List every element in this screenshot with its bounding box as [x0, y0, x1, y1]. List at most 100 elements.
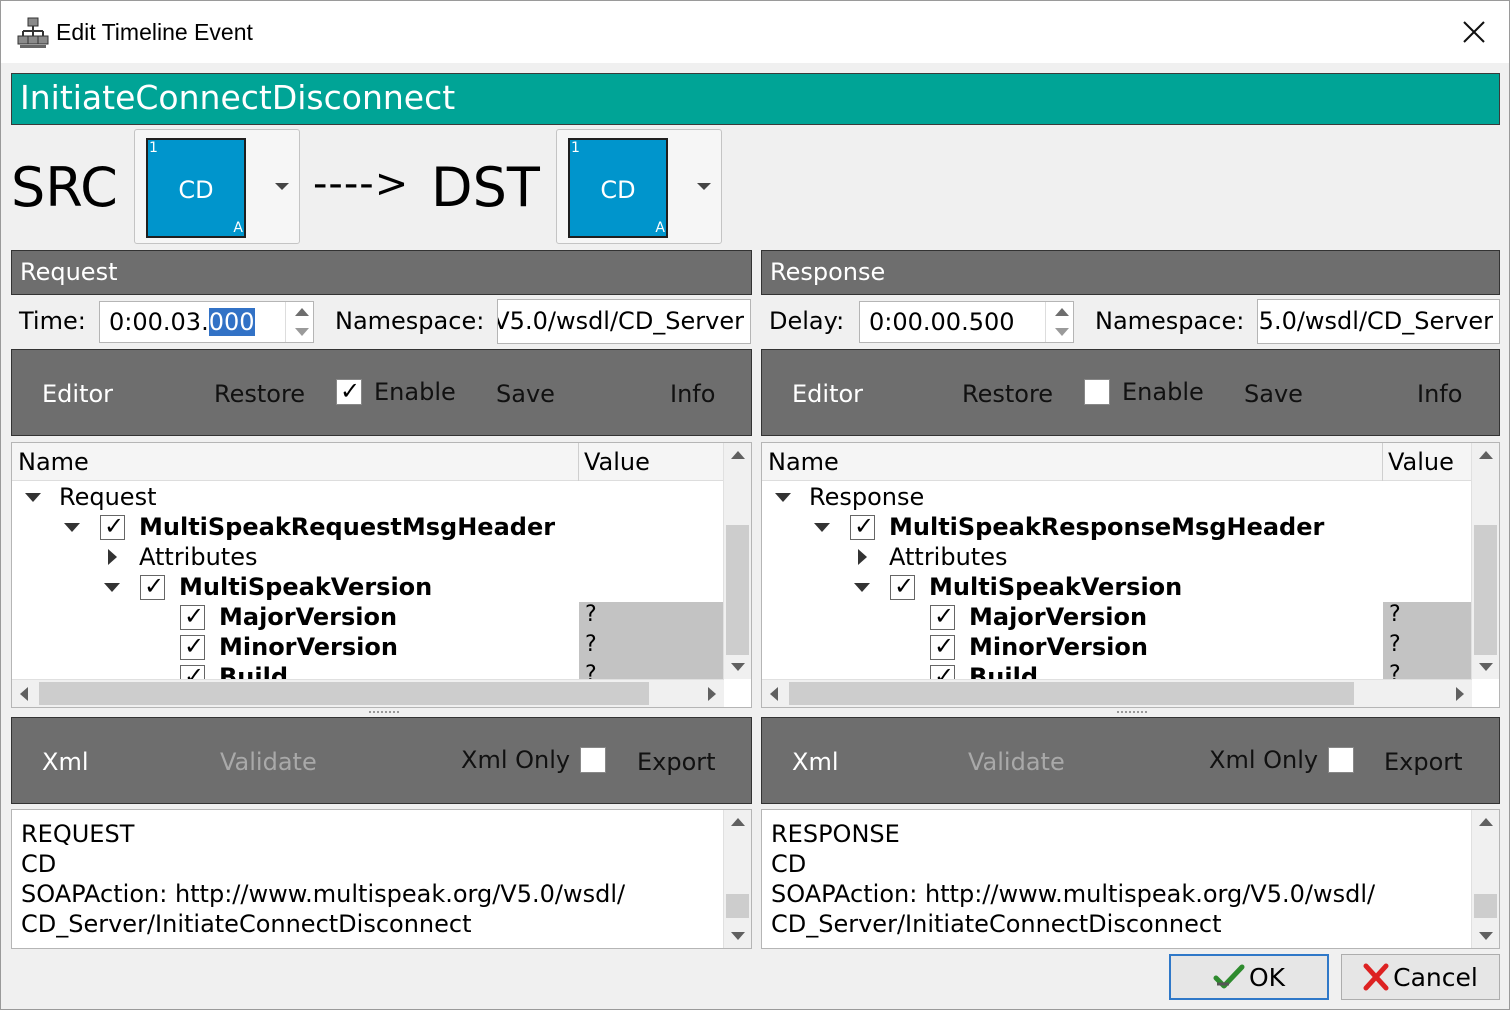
- src-tile-code: CD: [178, 176, 214, 204]
- scroll-down-icon[interactable]: [1479, 932, 1493, 940]
- delay-spinbox[interactable]: 0:00.00.500: [859, 301, 1074, 343]
- request-tree[interactable]: Name Value ? ? ? Request MultiSpeakReque…: [11, 442, 752, 708]
- red-x-icon: [1363, 963, 1389, 991]
- expand-right-icon[interactable]: [858, 549, 867, 565]
- tree-value-cell[interactable]: ?: [1383, 602, 1472, 632]
- response-tree[interactable]: Name Value ? ? ? Response MultiSpeakResp…: [761, 442, 1500, 708]
- request-export-button[interactable]: Export: [637, 748, 716, 776]
- request-xml-only-label[interactable]: Xml Only: [461, 746, 570, 774]
- tree-vertical-scrollbar[interactable]: [723, 443, 751, 679]
- xml-vertical-scrollbar[interactable]: [1471, 810, 1499, 948]
- scroll-down-icon[interactable]: [731, 932, 745, 940]
- request-xml-view[interactable]: REQUEST CD SOAPAction: http://www.multispe…: [11, 809, 752, 949]
- expand-down-icon[interactable]: [814, 523, 830, 532]
- response-xml-view[interactable]: RESPONSE CD SOAPAction: http://www.multisp…: [761, 809, 1500, 949]
- xml-vertical-scrollbar[interactable]: [723, 810, 751, 948]
- spin-down-icon[interactable]: [295, 328, 309, 336]
- green-check-arrow-icon: [1213, 964, 1245, 989]
- request-editor-button[interactable]: Editor: [42, 380, 113, 408]
- expand-down-icon[interactable]: [104, 583, 120, 592]
- spin-up-icon[interactable]: [1055, 308, 1069, 316]
- tree-horizontal-scrollbar[interactable]: [762, 679, 1472, 707]
- time-value-selected: 000: [208, 308, 255, 336]
- cancel-label: Cancel: [1393, 962, 1478, 992]
- response-section-header: Response: [761, 250, 1500, 295]
- response-enable-checkbox[interactable]: [1084, 379, 1110, 405]
- scroll-down-icon[interactable]: [1479, 663, 1493, 671]
- src-endpoint-tile: 1 CD A: [146, 138, 246, 238]
- request-xml-button[interactable]: Xml: [42, 748, 89, 776]
- cancel-button[interactable]: Cancel: [1341, 954, 1500, 1000]
- spin-up-icon[interactable]: [295, 308, 309, 316]
- response-xml-toolbar: Xml Validate Xml Only Export: [761, 717, 1500, 804]
- chevron-down-icon[interactable]: [697, 183, 711, 190]
- value-column-header[interactable]: Value: [1388, 448, 1454, 476]
- request-xml-text: REQUEST CD SOAPAction: http://www.multispe…: [21, 820, 626, 938]
- response-xml-button[interactable]: Xml: [792, 748, 839, 776]
- response-editor-button[interactable]: Editor: [792, 380, 863, 408]
- scroll-right-icon[interactable]: [708, 687, 716, 701]
- name-column-header[interactable]: Name: [768, 448, 839, 476]
- request-namespace-input[interactable]: V5.0/wsdl/CD_Server: [497, 299, 751, 344]
- tree-checkbox[interactable]: [100, 512, 125, 540]
- expand-down-icon[interactable]: [854, 583, 870, 592]
- tree-vertical-scrollbar[interactable]: [1471, 443, 1499, 679]
- response-xml-only-checkbox[interactable]: [1328, 747, 1354, 773]
- request-namespace-value: V5.0/wsdl/CD_Server: [497, 307, 744, 335]
- splitter-handle[interactable]: [1117, 711, 1147, 715]
- tree-checkbox[interactable]: [930, 602, 955, 630]
- src-endpoint-selector[interactable]: 1 CD A: [134, 129, 300, 244]
- scroll-right-icon[interactable]: [1456, 687, 1464, 701]
- response-info-button[interactable]: Info: [1417, 380, 1462, 408]
- tree-checkbox[interactable]: [140, 572, 165, 600]
- tree-checkbox[interactable]: [930, 632, 955, 660]
- event-name-field[interactable]: InitiateConnectDisconnect: [11, 73, 1500, 125]
- request-enable-checkbox[interactable]: [336, 377, 362, 405]
- expand-right-icon[interactable]: [108, 549, 117, 565]
- tree-horizontal-scrollbar[interactable]: [12, 679, 724, 707]
- response-enable-label[interactable]: Enable: [1122, 378, 1204, 406]
- request-validate-button[interactable]: Validate: [220, 748, 317, 776]
- tree-value-cell[interactable]: ?: [579, 632, 724, 662]
- tree-checkbox[interactable]: [180, 602, 205, 630]
- splitter-handle[interactable]: [369, 711, 399, 715]
- request-restore-button[interactable]: Restore: [214, 380, 305, 408]
- response-save-button[interactable]: Save: [1244, 380, 1303, 408]
- chevron-down-icon[interactable]: [275, 183, 289, 190]
- dst-endpoint-selector[interactable]: 1 CD A: [556, 129, 722, 244]
- tree-checkbox[interactable]: [890, 572, 915, 600]
- title-bar: Edit Timeline Event: [1, 1, 1509, 63]
- tree-checkbox[interactable]: [180, 632, 205, 660]
- tree-value-cell[interactable]: ?: [1383, 632, 1472, 662]
- scroll-left-icon[interactable]: [20, 687, 28, 701]
- scroll-up-icon[interactable]: [1479, 818, 1493, 826]
- close-button[interactable]: [1439, 1, 1509, 63]
- scroll-left-icon[interactable]: [770, 687, 778, 701]
- tree-checkbox[interactable]: [850, 512, 875, 540]
- request-save-button[interactable]: Save: [496, 380, 555, 408]
- response-namespace-input[interactable]: 5.0/wsdl/CD_Server: [1257, 299, 1500, 344]
- expand-down-icon[interactable]: [64, 523, 80, 532]
- response-restore-button[interactable]: Restore: [962, 380, 1053, 408]
- scroll-up-icon[interactable]: [731, 451, 745, 459]
- spin-down-icon[interactable]: [1055, 328, 1069, 336]
- time-spinbox[interactable]: 0:00.03.000: [99, 301, 314, 343]
- tree-value-cell[interactable]: ?: [579, 602, 724, 632]
- ok-button[interactable]: OK: [1169, 954, 1329, 1000]
- request-info-button[interactable]: Info: [670, 380, 715, 408]
- value-column-header[interactable]: Value: [584, 448, 650, 476]
- expand-down-icon[interactable]: [775, 493, 791, 502]
- request-xml-only-checkbox[interactable]: [580, 747, 606, 773]
- src-tile-sub: A: [233, 220, 243, 236]
- expand-down-icon[interactable]: [25, 493, 41, 502]
- scroll-up-icon[interactable]: [731, 818, 745, 826]
- name-column-header[interactable]: Name: [18, 448, 89, 476]
- response-validate-button[interactable]: Validate: [968, 748, 1065, 776]
- scroll-up-icon[interactable]: [1479, 451, 1493, 459]
- response-editor-toolbar: Editor Restore Enable Save Info: [761, 349, 1500, 436]
- scroll-down-icon[interactable]: [731, 663, 745, 671]
- response-xml-only-label[interactable]: Xml Only: [1209, 746, 1318, 774]
- tree-row-label: MultiSpeakResponseMsgHeader: [889, 513, 1325, 541]
- response-export-button[interactable]: Export: [1384, 748, 1463, 776]
- request-enable-label[interactable]: Enable: [374, 378, 456, 406]
